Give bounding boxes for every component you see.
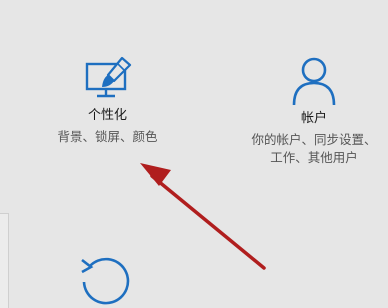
personalization-icon bbox=[85, 56, 131, 98]
tile-update-security[interactable] bbox=[56, 252, 156, 308]
tile-personalization-description: 背景、锁屏、颜色 bbox=[57, 129, 158, 144]
tile-accounts-title: 帐户 bbox=[300, 111, 327, 126]
tile-accounts-description-line1: 你的帐户、同步设置、 bbox=[251, 132, 377, 147]
tile-personalization[interactable]: 个性化 背景、锁屏、颜色 bbox=[30, 56, 185, 146]
tile-accounts[interactable]: 帐户 你的帐户、同步设置、 工作、其他用户 bbox=[240, 56, 388, 167]
settings-page: 个性化 背景、锁屏、颜色 帐户 你的帐户、同步设置、 工作、其他用户 bbox=[0, 0, 388, 308]
account-icon bbox=[292, 57, 336, 106]
left-panel-edge bbox=[0, 213, 9, 308]
tile-personalization-title: 个性化 bbox=[87, 108, 127, 123]
tile-accounts-description-line2: 工作、其他用户 bbox=[270, 150, 358, 165]
update-icon bbox=[81, 257, 130, 305]
